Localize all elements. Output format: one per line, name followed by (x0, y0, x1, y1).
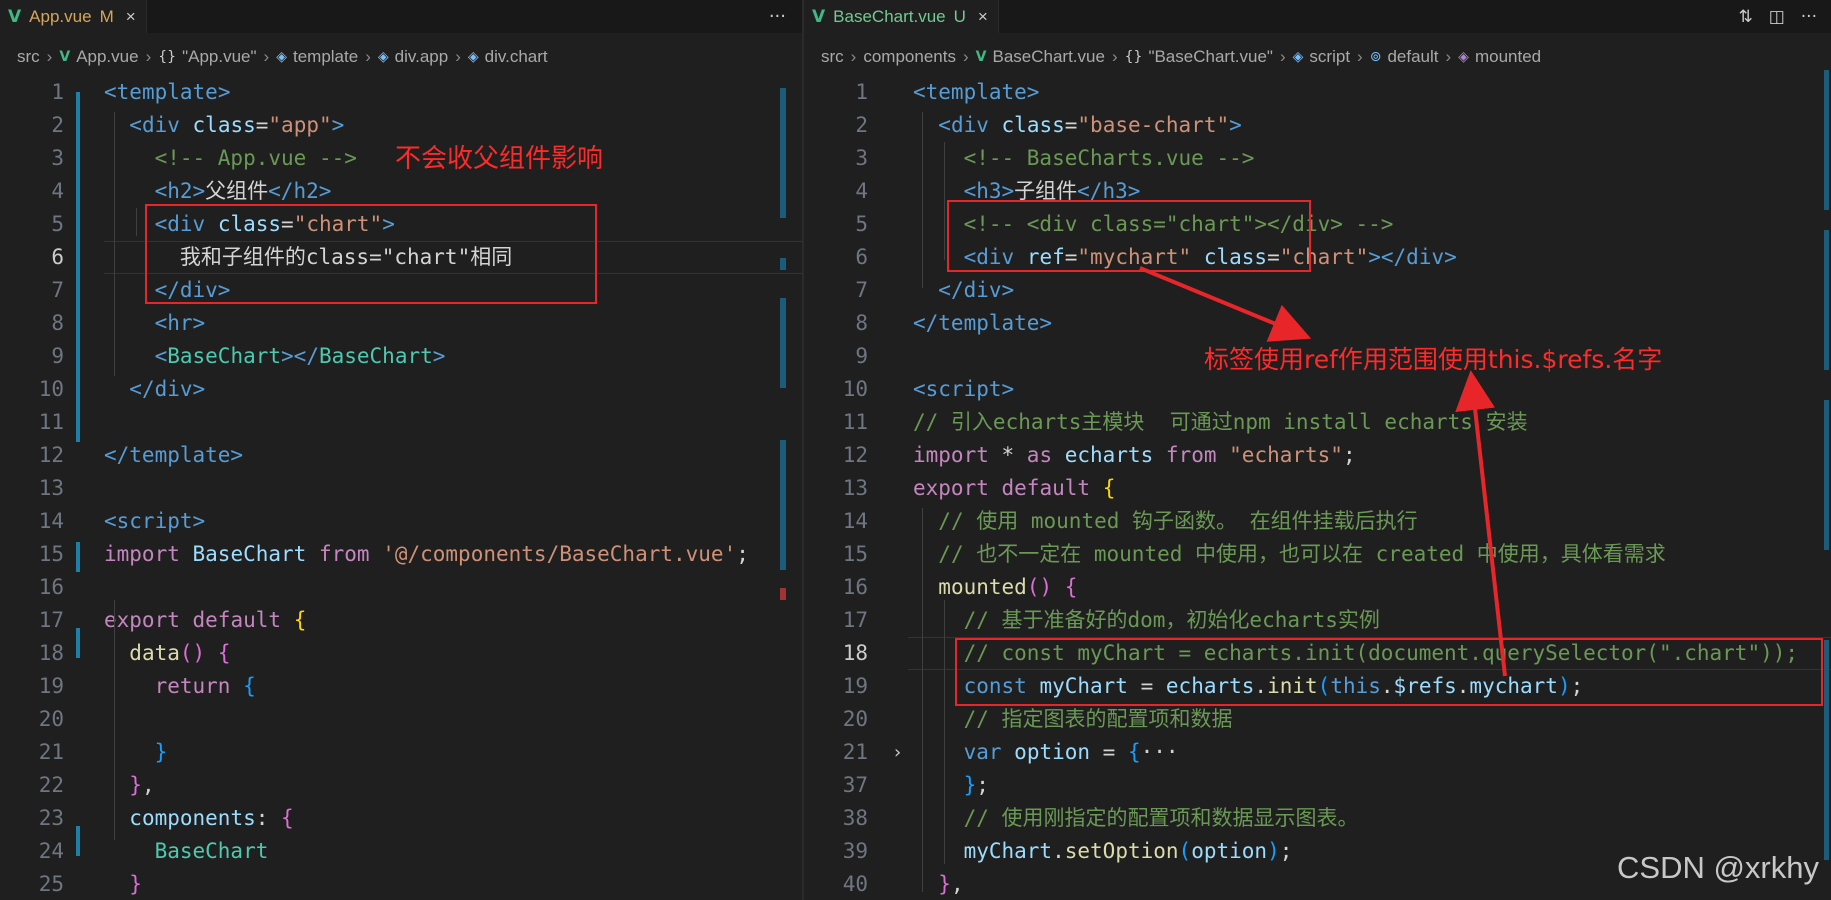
arrow-to-annotation (1455, 370, 1507, 677)
watermark: CSDN @xrkhy (1617, 850, 1819, 885)
annotation-arrows (1139, 266, 1507, 677)
arrow-to-annotation (1139, 266, 1312, 342)
